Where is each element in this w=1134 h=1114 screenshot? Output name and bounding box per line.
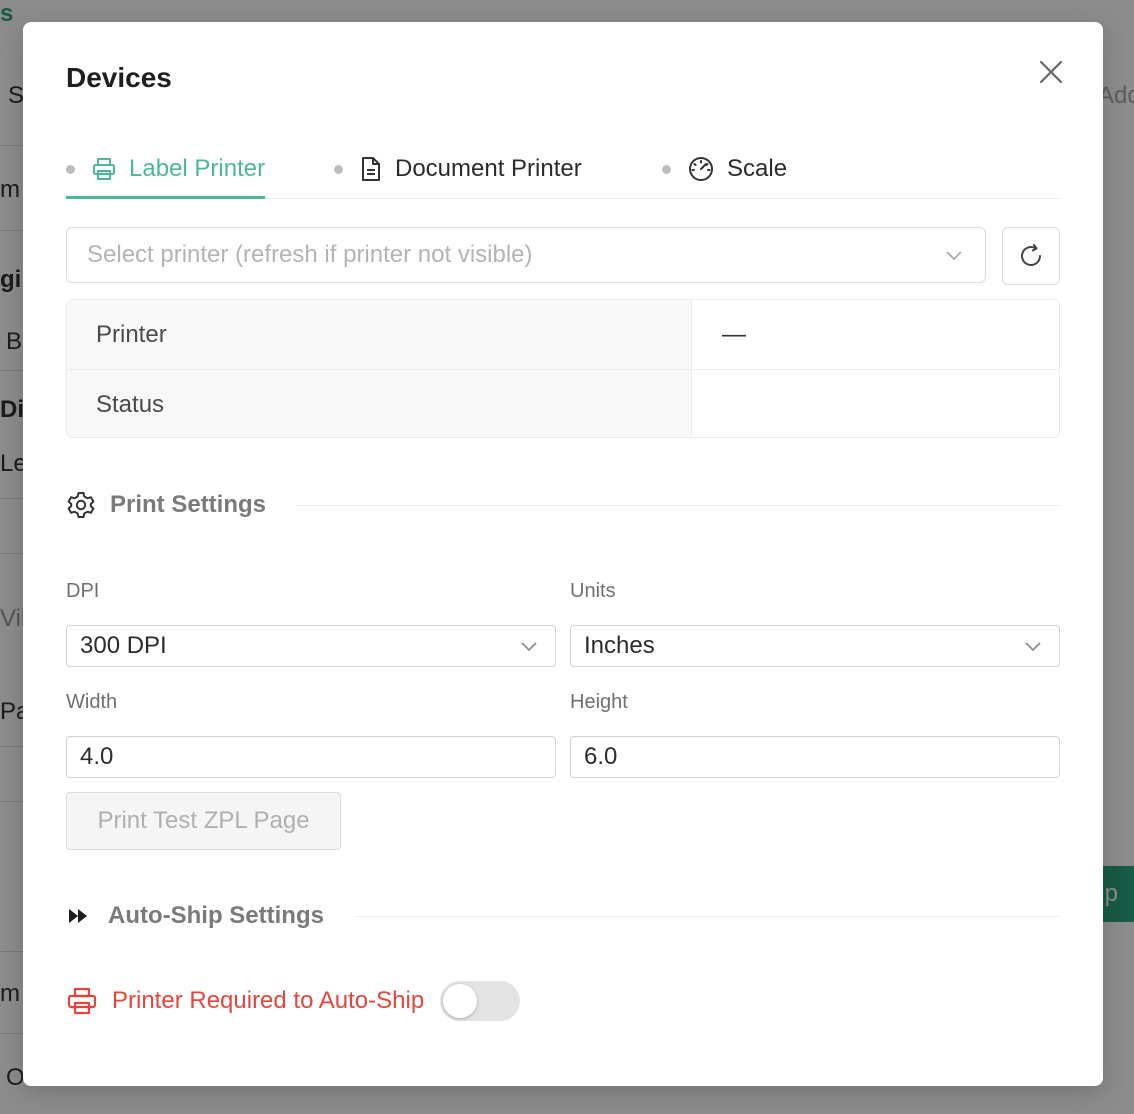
gauge-icon xyxy=(689,157,713,181)
units-label: Units xyxy=(570,580,616,602)
tab-label: Scale xyxy=(727,155,788,182)
print-settings-header: Print Settings xyxy=(66,485,1060,525)
info-row-status: Status xyxy=(67,369,1059,437)
printer-required-label: Printer Required to Auto-Ship xyxy=(112,987,425,1014)
modal-title: Devices xyxy=(66,62,172,93)
section-title: Auto-Ship Settings xyxy=(108,902,324,929)
units-value: Inches xyxy=(584,632,655,659)
dpi-label: DPI xyxy=(66,580,100,602)
refresh-icon xyxy=(1021,244,1041,266)
toggle-knob xyxy=(443,984,478,1018)
close-button[interactable] xyxy=(1035,56,1067,88)
tab-dot xyxy=(66,164,75,174)
fast-forward-icon xyxy=(69,909,87,923)
section-divider xyxy=(353,915,1060,917)
gear-icon xyxy=(67,492,95,518)
info-value xyxy=(692,370,1059,437)
close-icon xyxy=(1039,60,1063,84)
units-select[interactable]: Inches xyxy=(570,625,1060,667)
height-label: Height xyxy=(570,691,628,713)
section-divider xyxy=(296,504,1060,506)
refresh-printers-button[interactable] xyxy=(1002,227,1060,285)
tab-dot xyxy=(334,164,343,174)
dpi-value: 300 DPI xyxy=(80,632,167,659)
dpi-select[interactable]: 300 DPI xyxy=(66,625,556,667)
printer-info-table: Printer — Status xyxy=(66,299,1060,438)
printer-required-row: Printer Required to Auto-Ship xyxy=(66,980,521,1022)
devices-modal: Devices Label Printer Document Printer S… xyxy=(23,22,1103,1086)
tab-document-printer[interactable]: Document Printer xyxy=(334,140,582,198)
width-label: Width xyxy=(66,691,118,713)
chevron-down-icon xyxy=(1025,642,1041,652)
auto-ship-settings-header: Auto-Ship Settings xyxy=(66,896,1060,936)
printer-select-placeholder: Select printer (refresh if printer not v… xyxy=(87,241,533,268)
tab-label: Label Printer xyxy=(129,155,266,182)
info-row-printer: Printer — xyxy=(67,300,1059,369)
chevron-down-icon xyxy=(521,642,537,652)
print-test-zpl-button[interactable]: Print Test ZPL Page xyxy=(66,792,341,850)
printer-select[interactable]: Select printer (refresh if printer not v… xyxy=(66,227,986,283)
tab-dot xyxy=(662,164,671,174)
section-title: Print Settings xyxy=(110,491,267,518)
chevron-down-icon xyxy=(946,251,962,261)
info-label: Printer xyxy=(67,300,692,369)
printer-icon xyxy=(93,158,115,180)
printer-required-toggle[interactable] xyxy=(440,981,521,1021)
width-input[interactable] xyxy=(66,736,556,778)
info-value: — xyxy=(722,320,746,348)
printer-icon xyxy=(67,987,97,1015)
info-label: Status xyxy=(67,370,692,437)
tab-label: Document Printer xyxy=(395,155,582,182)
document-icon xyxy=(362,157,380,181)
tab-scale[interactable]: Scale xyxy=(662,140,787,198)
tab-label-printer[interactable]: Label Printer xyxy=(66,140,266,199)
height-input[interactable] xyxy=(570,736,1060,778)
device-tabs: Label Printer Document Printer Scale xyxy=(66,140,1060,199)
